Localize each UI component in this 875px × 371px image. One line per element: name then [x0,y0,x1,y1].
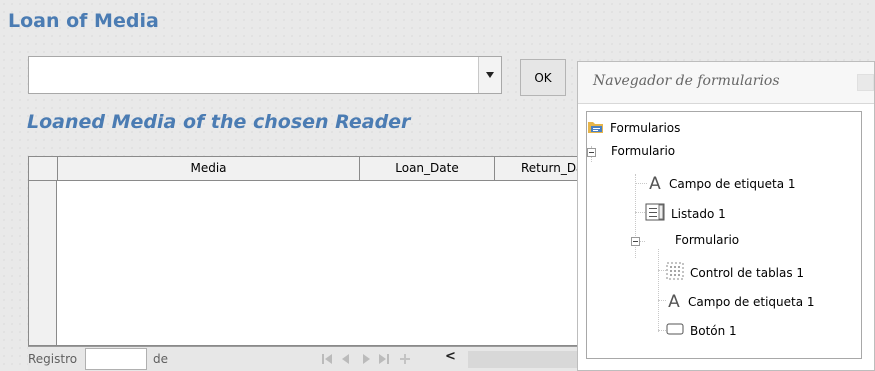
tree-item-formularios[interactable]: Formularios [587,119,680,137]
tree-item-subform[interactable]: Formulario [675,233,739,247]
tree-item-formulario[interactable]: Formulario [611,144,675,158]
table-control[interactable]: Media Loan_Date Return_Da [28,156,588,346]
scroll-left-icon[interactable]: < [445,349,456,364]
combobox-dropdown-button[interactable] [478,57,501,93]
form-title: Loan of Media [8,10,159,32]
tree-item-label: Formularios [610,121,681,135]
label-field-icon: A [649,174,661,194]
tree-item-table-control[interactable]: Control de tablas 1 [666,262,804,283]
collapse-icon[interactable] [587,148,596,157]
tree-connector [635,212,645,213]
column-header-loan-date[interactable]: Loan_Date [359,157,494,180]
forms-folder-icon [587,119,604,137]
tree-connector [658,300,666,301]
table-header: Media Loan_Date Return_Da [29,157,587,181]
collapse-icon[interactable] [631,237,640,246]
tree-connector [635,183,647,184]
tree-item-label: Listado 1 [671,206,726,221]
record-number-input[interactable] [85,348,147,370]
record-of-label: de [153,352,168,366]
form-navigator-panel: Navegador de formularios Formularios For… [577,61,875,371]
last-record-icon[interactable] [376,351,391,366]
form-tree[interactable]: Formularios Formulario A Campo de etique… [586,111,862,359]
record-label: Registro [28,352,78,366]
listbox-icon [645,203,665,224]
button-icon [666,322,684,339]
tree-item-label: Formulario [611,144,676,158]
tree-item-label: Campo de etiqueta 1 [669,177,796,191]
close-icon[interactable] [857,74,874,91]
row-header-corner[interactable] [29,157,57,180]
table-control-icon [666,262,684,283]
tree-item-label: Botón 1 [690,323,737,338]
tree-item-label: Formulario [675,233,740,247]
tree-item-label: Control de tablas 1 [690,265,805,280]
column-header-return-date[interactable]: Return_Da [494,157,587,180]
tree-connector [658,249,659,332]
tree-item-listbox[interactable]: Listado 1 [645,203,726,224]
first-record-icon[interactable] [319,351,334,366]
tree-item-label-field-2[interactable]: A Campo de etiqueta 1 [666,292,815,312]
ok-button[interactable]: OK [520,59,566,96]
reader-combobox[interactable] [28,56,502,94]
tree-item-button[interactable]: Botón 1 [666,322,737,339]
tree-item-label: Campo de etiqueta 1 [688,295,815,309]
navigator-titlebar[interactable]: Navegador de formularios [578,62,874,104]
label-field-icon: A [668,292,680,312]
horizontal-scrollbar[interactable] [468,351,584,368]
chevron-down-icon [486,72,494,78]
column-header-media[interactable]: Media [57,157,359,180]
form-subtitle: Loaned Media of the chosen Reader [27,111,411,133]
new-record-icon[interactable] [397,351,412,366]
next-record-icon[interactable] [358,351,373,366]
record-navigation-bar: Registro de < [28,346,588,371]
tree-item-label-field[interactable]: A Campo de etiqueta 1 [647,174,796,194]
row-header-column[interactable] [29,181,57,345]
previous-record-icon[interactable] [338,351,353,366]
tree-connector [658,330,666,331]
navigator-title: Navegador de formularios [593,73,780,89]
tree-connector [658,270,666,271]
